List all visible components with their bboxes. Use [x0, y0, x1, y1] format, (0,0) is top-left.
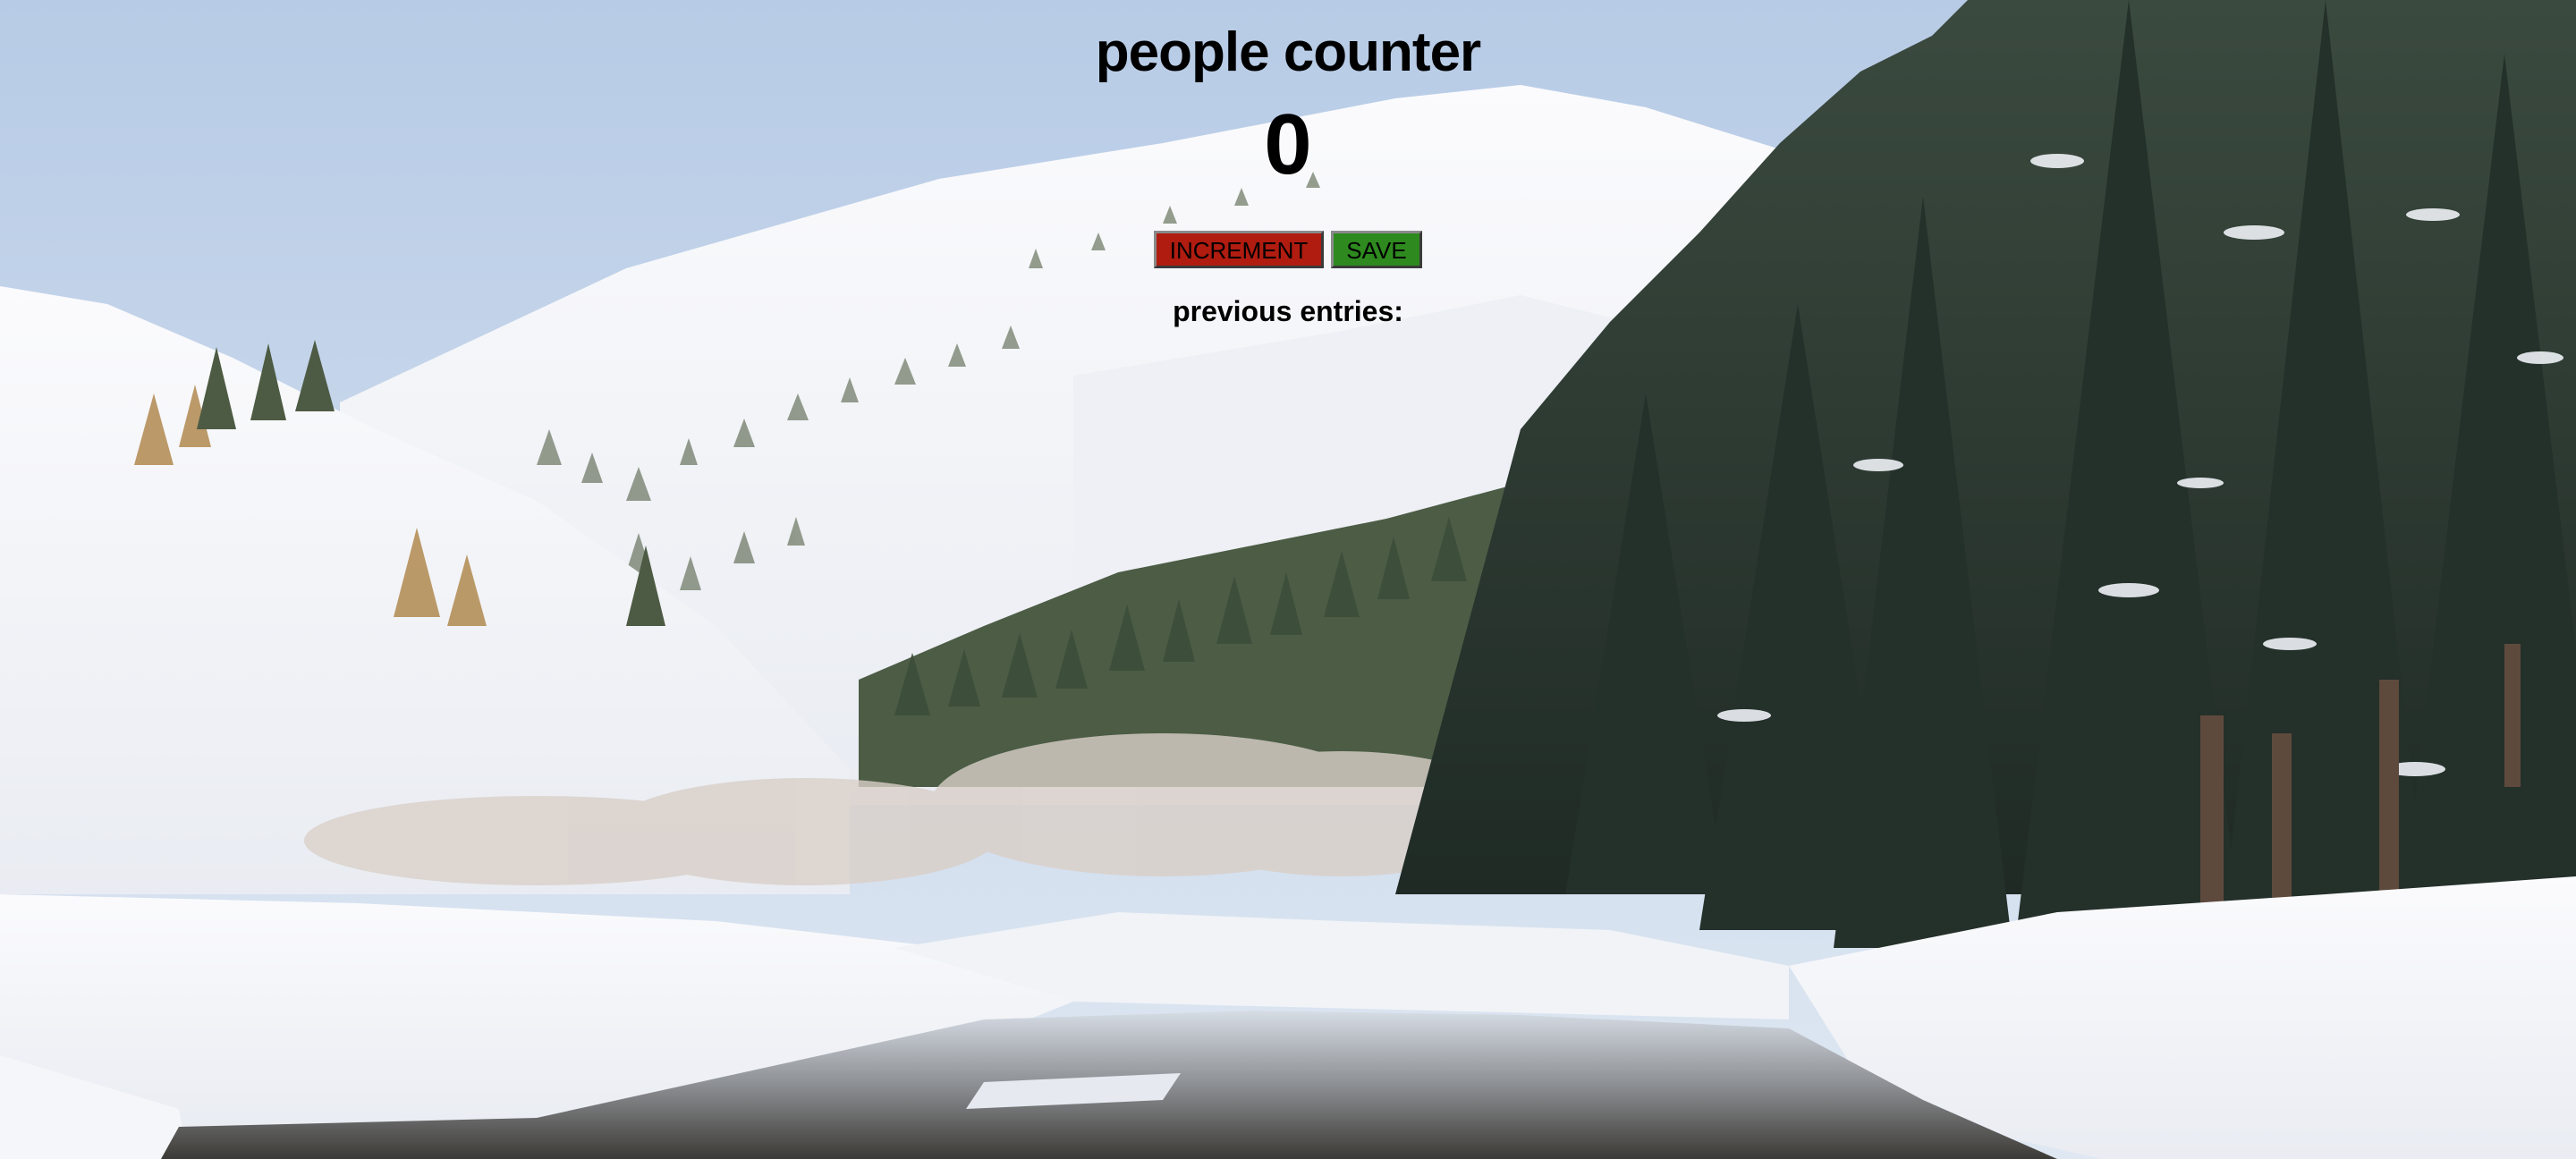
- button-row: INCREMENT SAVE: [1154, 231, 1422, 268]
- page-title: people counter: [1095, 21, 1481, 83]
- save-button[interactable]: SAVE: [1331, 231, 1422, 268]
- increment-button[interactable]: INCREMENT: [1154, 231, 1324, 268]
- counter-app: people counter 0 INCREMENT SAVE previous…: [0, 0, 2576, 334]
- previous-entries-label: previous entries:: [1173, 295, 1403, 327]
- count-display: 0: [1264, 97, 1312, 192]
